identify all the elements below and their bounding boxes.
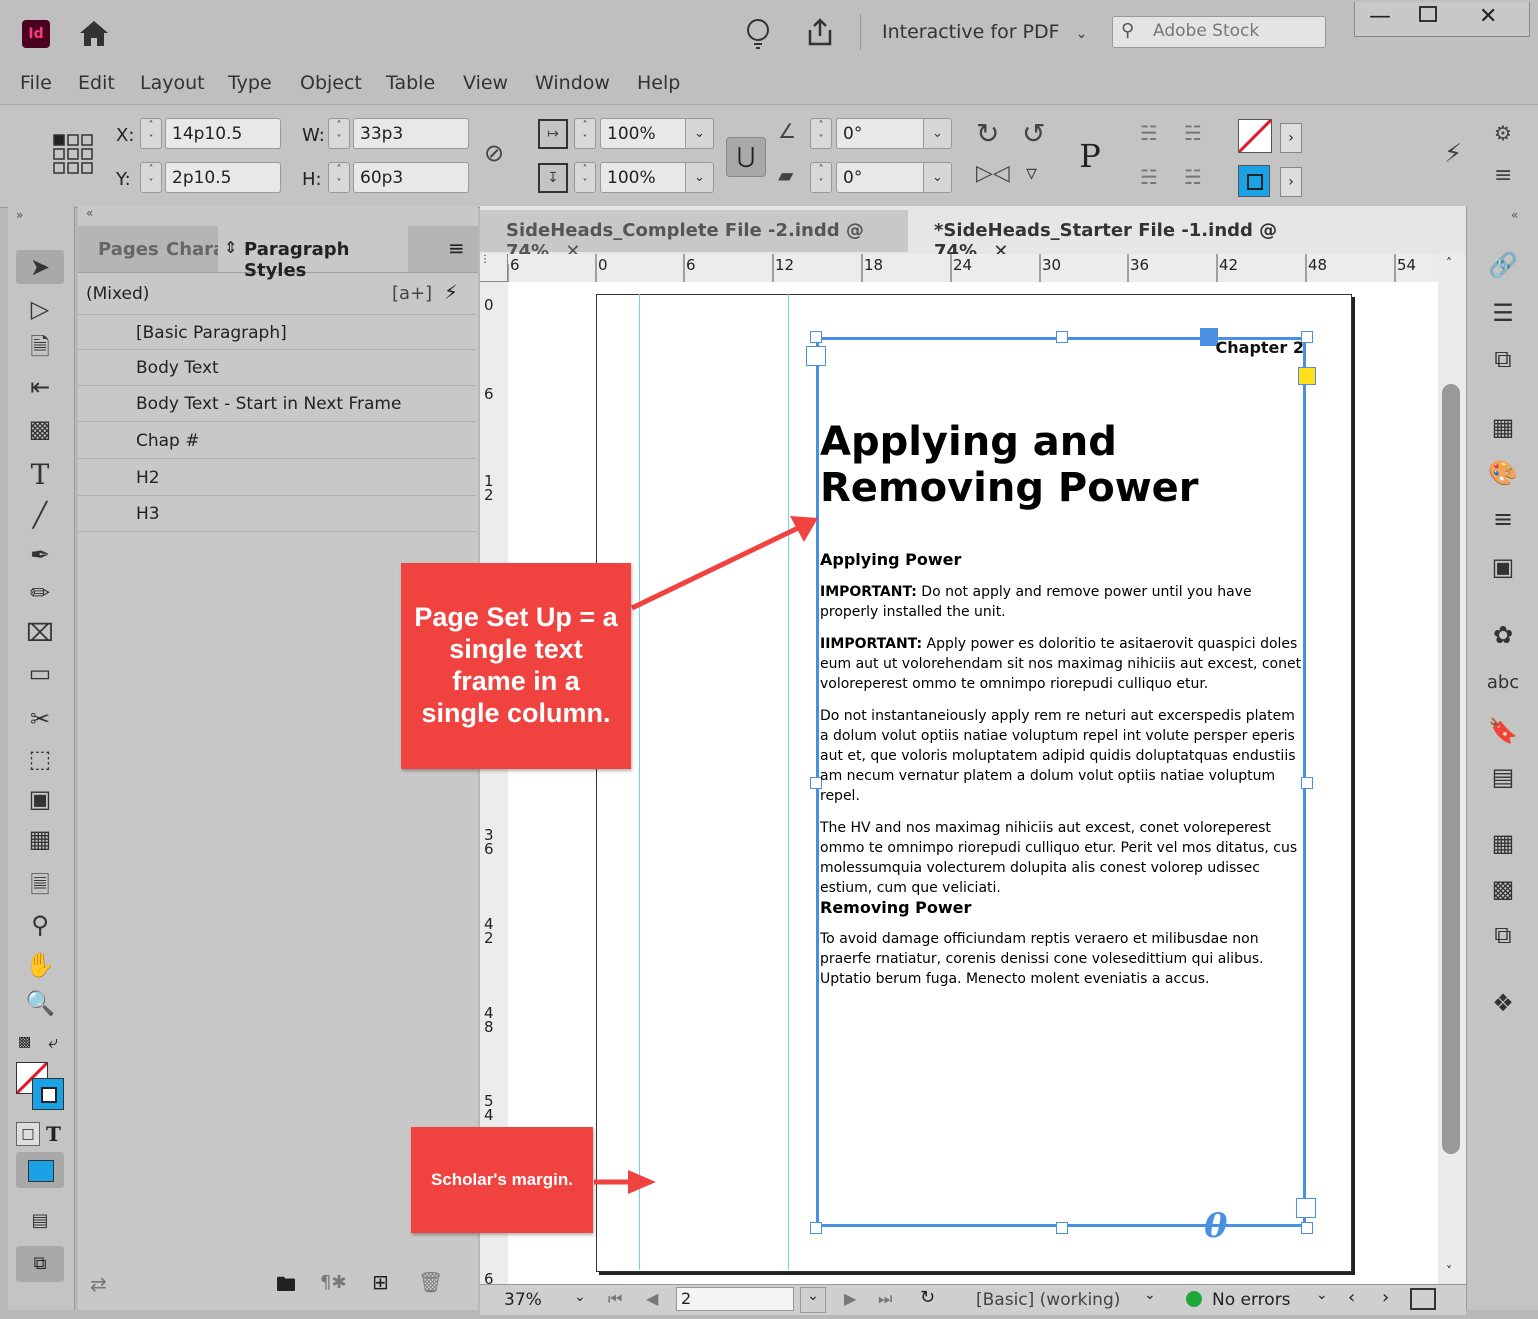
first-page-icon[interactable]: ⏮ <box>608 1289 622 1309</box>
text-wrap-icon[interactable]: ▤ <box>1481 760 1525 794</box>
effects-icon[interactable]: ✿ <box>1481 618 1525 652</box>
scroll-right-icon[interactable]: › <box>1382 1287 1389 1308</box>
stroke-panel-icon[interactable]: ≡ <box>1481 502 1525 536</box>
zoom-value[interactable]: 37% <box>504 1290 542 1310</box>
open-in-adobe-icon[interactable]: ↻ <box>920 1287 935 1308</box>
color-icon[interactable]: 🎨 <box>1481 456 1525 490</box>
layers-icon[interactable]: ☰ <box>1481 296 1525 330</box>
spelling-icon[interactable]: abc <box>1481 666 1525 700</box>
page-number-value: 2 <box>681 1289 692 1308</box>
arrow-to-margin <box>594 1170 656 1194</box>
callout-page-setup-text: Page Set Up = a single text frame in a s… <box>414 602 618 728</box>
page-dropdown-icon[interactable]: ⌄ <box>800 1287 826 1313</box>
page-number-field[interactable]: 2 <box>676 1287 794 1311</box>
split-window-icon[interactable] <box>1410 1288 1436 1310</box>
arrow-to-frame <box>630 516 818 611</box>
pages-panel-icon[interactable]: ⧉ <box>1481 342 1525 376</box>
callout-scholars-margin-text: Scholar's margin. <box>431 1170 573 1189</box>
errors-dropdown-icon[interactable]: ⌄ <box>1316 1287 1328 1303</box>
bookmarks-icon[interactable]: 🔖 <box>1481 714 1525 748</box>
profile-dropdown-icon[interactable]: ⌄ <box>1144 1287 1156 1303</box>
links-icon[interactable]: 🔗 <box>1481 248 1525 282</box>
callout-page-setup: Page Set Up = a single text frame in a s… <box>401 563 631 769</box>
prev-page-icon[interactable]: ◀ <box>646 1289 658 1308</box>
preflight-errors[interactable]: No errors <box>1212 1290 1291 1310</box>
last-page-icon[interactable]: ⏭ <box>878 1289 892 1309</box>
status-ok-dot <box>1186 1291 1202 1307</box>
right-panel-dock: « 🔗 ☰ ⧉ ▦ 🎨 ≡ ▣ ✿ abc 🔖 ▤ ▦ ▩ ⧉ ❖ <box>1466 206 1538 1310</box>
callout-arrows <box>594 516 818 1194</box>
scroll-left-icon[interactable]: ‹ <box>1348 1287 1355 1308</box>
next-page-icon[interactable]: ▶ <box>844 1289 856 1308</box>
object-styles-icon[interactable]: ⧉ <box>1481 918 1525 952</box>
zoom-dropdown-icon[interactable]: ⌄ <box>574 1289 586 1305</box>
preflight-profile[interactable]: [Basic] (working) <box>976 1290 1120 1310</box>
callout-scholars-margin: Scholar's margin. <box>411 1127 593 1233</box>
swatches-icon[interactable]: ▦ <box>1481 410 1525 444</box>
cell-styles-icon[interactable]: ▩ <box>1481 872 1525 906</box>
status-bar: 37% ⌄ ⏮ ◀ 2 ⌄ ▶ ⏭ ↻ [Basic] (working) ⌄ … <box>480 1284 1466 1315</box>
table-icon[interactable]: ▦ <box>1481 826 1525 860</box>
dock-collapse-icon[interactable]: « <box>1511 208 1518 222</box>
cc-libraries-icon[interactable]: ❖ <box>1481 986 1525 1020</box>
gradient-panel-icon[interactable]: ▣ <box>1481 550 1525 584</box>
